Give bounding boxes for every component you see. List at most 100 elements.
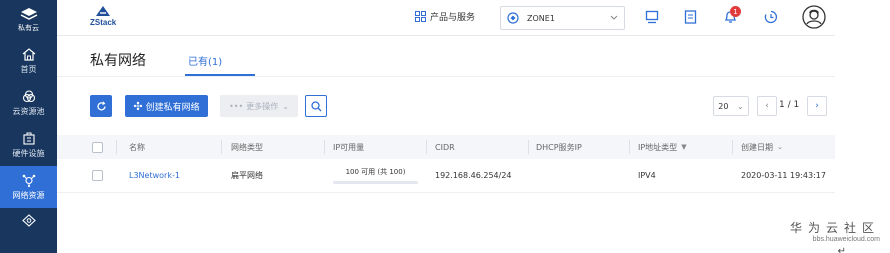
column-separator	[528, 140, 529, 154]
sidebar-item-home[interactable]: 首页	[0, 40, 57, 82]
ip-usage-bar-fill	[333, 181, 418, 184]
ip-usage-bar	[333, 181, 418, 184]
sidebar-item-cloud-resources[interactable]: 云资源池	[0, 82, 57, 124]
row-checkbox[interactable]	[92, 170, 103, 181]
column-header-dhcp-ip[interactable]: DHCP服务IP	[536, 135, 582, 159]
return-arrow-icon: ↵	[837, 246, 846, 253]
column-header-cidr[interactable]: CIDR	[435, 135, 455, 159]
cloud-resource-icon	[22, 89, 35, 102]
watermark-title: 华为云社区	[789, 221, 880, 235]
chevron-down-icon: ⌄	[737, 101, 744, 111]
sidebar-item-label: 云资源池	[12, 106, 45, 116]
row-select-cell	[92, 159, 103, 192]
table-header: 名称 网络类型 IP可用量 CIDR DHCP服务IP IP地址类型 ▼ 创建日…	[57, 135, 835, 159]
more-actions-button[interactable]: ••• 更多操作 ⌄	[220, 95, 298, 117]
refresh-icon	[96, 100, 106, 110]
zone-icon	[507, 12, 519, 24]
products-label: 产品与服务	[430, 13, 476, 23]
column-separator	[116, 140, 117, 154]
user-avatar[interactable]	[802, 5, 826, 32]
zstack-logo[interactable]: ZStack	[90, 5, 116, 27]
zone-label: ZONE1	[527, 13, 555, 23]
grid-icon	[415, 11, 426, 22]
monitor-icon	[645, 10, 659, 24]
monitor-button[interactable]	[645, 10, 659, 27]
created-date-cell: 2020-03-11 19:43:17	[741, 171, 826, 180]
sort-chevron-icon: ⌄	[777, 143, 783, 151]
hardware-icon	[22, 132, 35, 145]
notifications-button[interactable]: 1	[724, 6, 741, 27]
avatar-icon	[802, 5, 826, 29]
column-separator	[629, 140, 630, 154]
tab-divider	[57, 76, 835, 77]
top-header: ZStack 产品与服务 ZONE1 1	[57, 0, 835, 36]
column-header-name[interactable]: 名称	[129, 135, 145, 159]
ip-usage-text: 100 可用 (共 100)	[345, 168, 406, 176]
column-separator	[324, 140, 325, 154]
zstack-logo-icon	[96, 6, 111, 16]
page-size-value: 20	[718, 101, 729, 111]
ip-type-header-label: IP地址类型	[638, 142, 678, 152]
select-all-cell	[92, 135, 103, 159]
chevron-down-icon	[610, 15, 618, 20]
table-row[interactable]: L3Network-1 扁平网络 100 可用 (共 100) 192.168.…	[57, 159, 835, 193]
document-icon	[684, 10, 697, 24]
sidebar-item-network[interactable]: 网络资源	[0, 166, 57, 208]
previous-page-button[interactable]: ‹	[757, 96, 777, 116]
brand-name: ZStack	[90, 18, 117, 27]
documents-button[interactable]	[684, 10, 697, 27]
network-type-cell: 扁平网络	[231, 171, 263, 180]
column-separator	[732, 140, 733, 154]
page-indicator: 1 / 1	[779, 100, 800, 110]
cidr-cell: 192.168.46.254/24	[435, 171, 512, 180]
sidebar-logo-label: 私有云	[18, 24, 39, 32]
sidebar: 私有云 首页 云资源池 硬件设施 网络资源	[0, 0, 57, 253]
settings-diamond-icon	[21, 214, 36, 227]
ip-usage-cell: 100 可用 (共 100)	[333, 159, 418, 192]
ip-type-cell: IPV4	[638, 171, 656, 180]
next-page-button[interactable]: ›	[807, 96, 827, 116]
network-name-link[interactable]: L3Network-1	[129, 159, 180, 192]
watermark: 华为云社区 bbs.huaweicloud.com ↵	[786, 219, 880, 253]
chevron-left-icon: ‹	[765, 101, 769, 111]
column-separator	[221, 140, 222, 154]
notification-badge: 1	[730, 6, 741, 17]
filter-caret-icon: ▼	[681, 143, 687, 151]
refresh-button[interactable]	[90, 95, 112, 117]
create-private-network-button[interactable]: ✣ 创建私有网络	[125, 95, 208, 117]
sidebar-item-more[interactable]	[0, 208, 57, 230]
network-table: 名称 网络类型 IP可用量 CIDR DHCP服务IP IP地址类型 ▼ 创建日…	[57, 135, 835, 193]
plus-icon: ✣	[133, 99, 143, 113]
column-separator	[426, 140, 427, 154]
column-header-ip-usage[interactable]: IP可用量	[333, 135, 364, 159]
chevron-down-icon: ⌄	[282, 101, 289, 111]
column-header-network-type[interactable]: 网络类型	[231, 135, 263, 159]
sidebar-item-label: 网络资源	[12, 190, 45, 200]
column-header-created-date[interactable]: 创建日期 ⌄	[741, 135, 783, 159]
cloud-stack-icon	[20, 8, 37, 20]
created-date-header-label: 创建日期	[741, 142, 773, 152]
page-size-select[interactable]: 20 ⌄	[713, 96, 749, 116]
sidebar-item-label: 首页	[20, 64, 37, 74]
select-all-checkbox[interactable]	[92, 141, 103, 153]
home-icon	[22, 47, 35, 61]
search-button[interactable]	[305, 95, 327, 117]
watermark-url: bbs.huaweicloud.com	[812, 236, 880, 243]
column-header-ip-type[interactable]: IP地址类型 ▼	[638, 135, 687, 159]
page-title: 私有网络	[90, 53, 146, 69]
history-button[interactable]	[764, 10, 778, 27]
main-content: 私有网络 已有(1) ✣ 创建私有网络 ••• 更多操作 ⌄ 20 ⌄ ‹ 1 …	[57, 36, 835, 253]
chevron-right-icon: ›	[815, 101, 819, 111]
zone-selector[interactable]: ZONE1	[500, 6, 625, 30]
network-icon	[22, 174, 35, 187]
products-and-services-menu[interactable]: 产品与服务	[415, 10, 475, 23]
tab-existing[interactable]: 已有(1)	[188, 53, 222, 68]
history-icon	[764, 10, 777, 24]
sidebar-logo[interactable]: 私有云	[0, 0, 57, 40]
search-icon	[310, 100, 321, 111]
more-dots-icon: •••	[229, 101, 244, 111]
sidebar-item-hardware[interactable]: 硬件设施	[0, 124, 57, 166]
more-label: 更多操作	[246, 101, 279, 111]
create-label: 创建私有网络	[145, 102, 200, 113]
sidebar-item-label: 硬件设施	[12, 148, 45, 158]
